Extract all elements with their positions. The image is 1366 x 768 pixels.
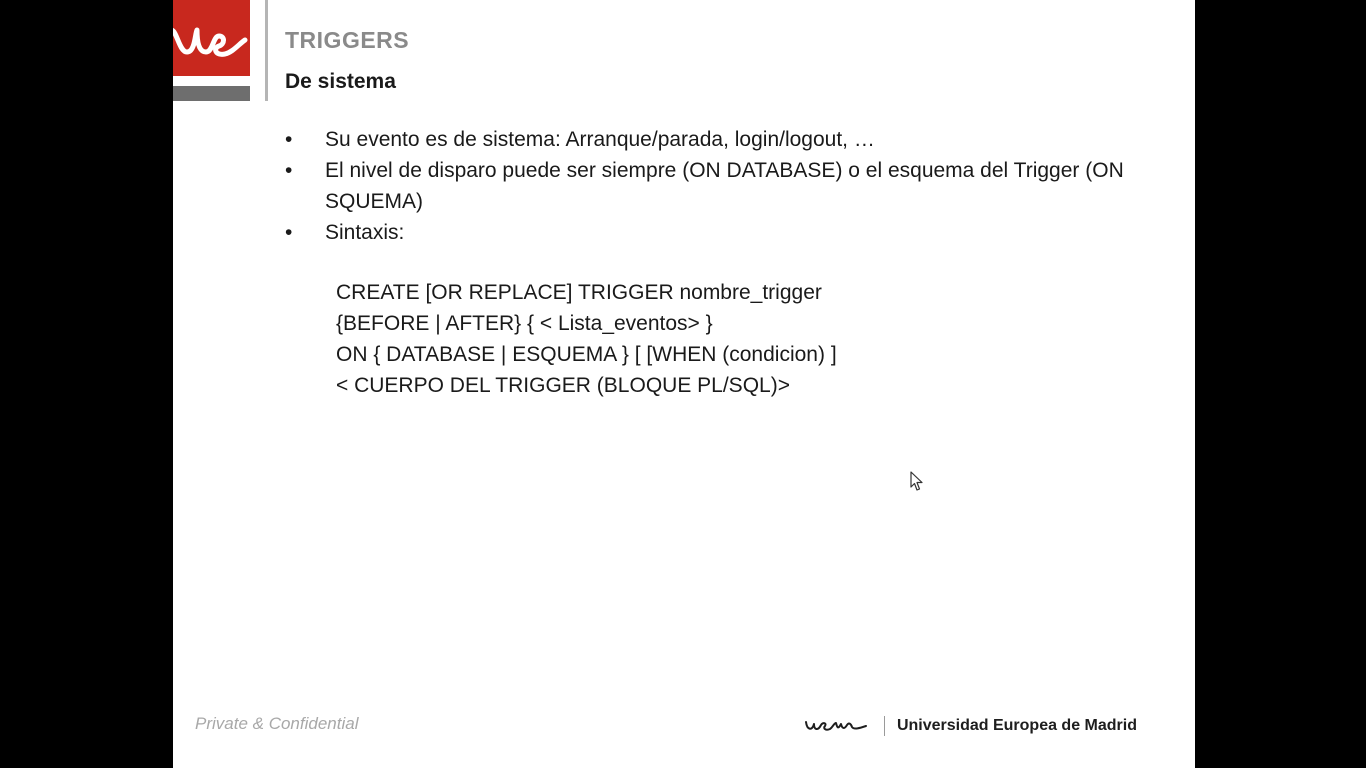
bullet-text: El nivel de disparo puede ser siempre (O…: [325, 159, 1124, 213]
bullet-item: • Sintaxis:: [283, 217, 1163, 248]
presentation-slide: TRIGGERS De sistema • Su evento es de si…: [173, 0, 1195, 768]
slide-subtitle: De sistema: [285, 70, 396, 93]
syntax-block: CREATE [OR REPLACE] TRIGGER nombre_trigg…: [336, 277, 837, 401]
mouse-pointer-icon: [910, 471, 926, 493]
syntax-line: {BEFORE | AFTER} { < Lista_eventos> }: [336, 312, 713, 335]
bullet-dot: •: [285, 221, 293, 244]
uem-logo-icon: [804, 718, 872, 734]
bullet-list: • Su evento es de sistema: Arranque/para…: [283, 124, 1163, 248]
footer-separator: [883, 716, 885, 736]
syntax-line: < CUERPO DEL TRIGGER (BLOQUE PL/SQL)>: [336, 374, 790, 397]
bullet-dot: •: [285, 159, 293, 182]
bullet-item: • El nivel de disparo puede ser siempre …: [283, 155, 1163, 217]
footer-branding: Universidad Europea de Madrid: [804, 716, 1137, 736]
university-name: Universidad Europea de Madrid: [896, 717, 1137, 734]
logo-gray-bar: [173, 86, 250, 101]
syntax-line: ON { DATABASE | ESQUEMA } [ [WHEN (condi…: [336, 343, 837, 366]
slide-title: TRIGGERS: [285, 27, 410, 53]
bullet-text: Su evento es de sistema: Arranque/parada…: [325, 128, 875, 151]
header-divider: [265, 0, 268, 101]
bullet-text: Sintaxis:: [325, 221, 405, 244]
syntax-line: CREATE [OR REPLACE] TRIGGER nombre_trigg…: [336, 281, 822, 304]
ue-logo-icon: [173, 0, 250, 76]
bullet-dot: •: [285, 128, 293, 151]
confidential-label: Private & Confidential: [195, 714, 359, 733]
bullet-item: • Su evento es de sistema: Arranque/para…: [283, 124, 1163, 155]
video-frame: TRIGGERS De sistema • Su evento es de si…: [0, 0, 1366, 768]
